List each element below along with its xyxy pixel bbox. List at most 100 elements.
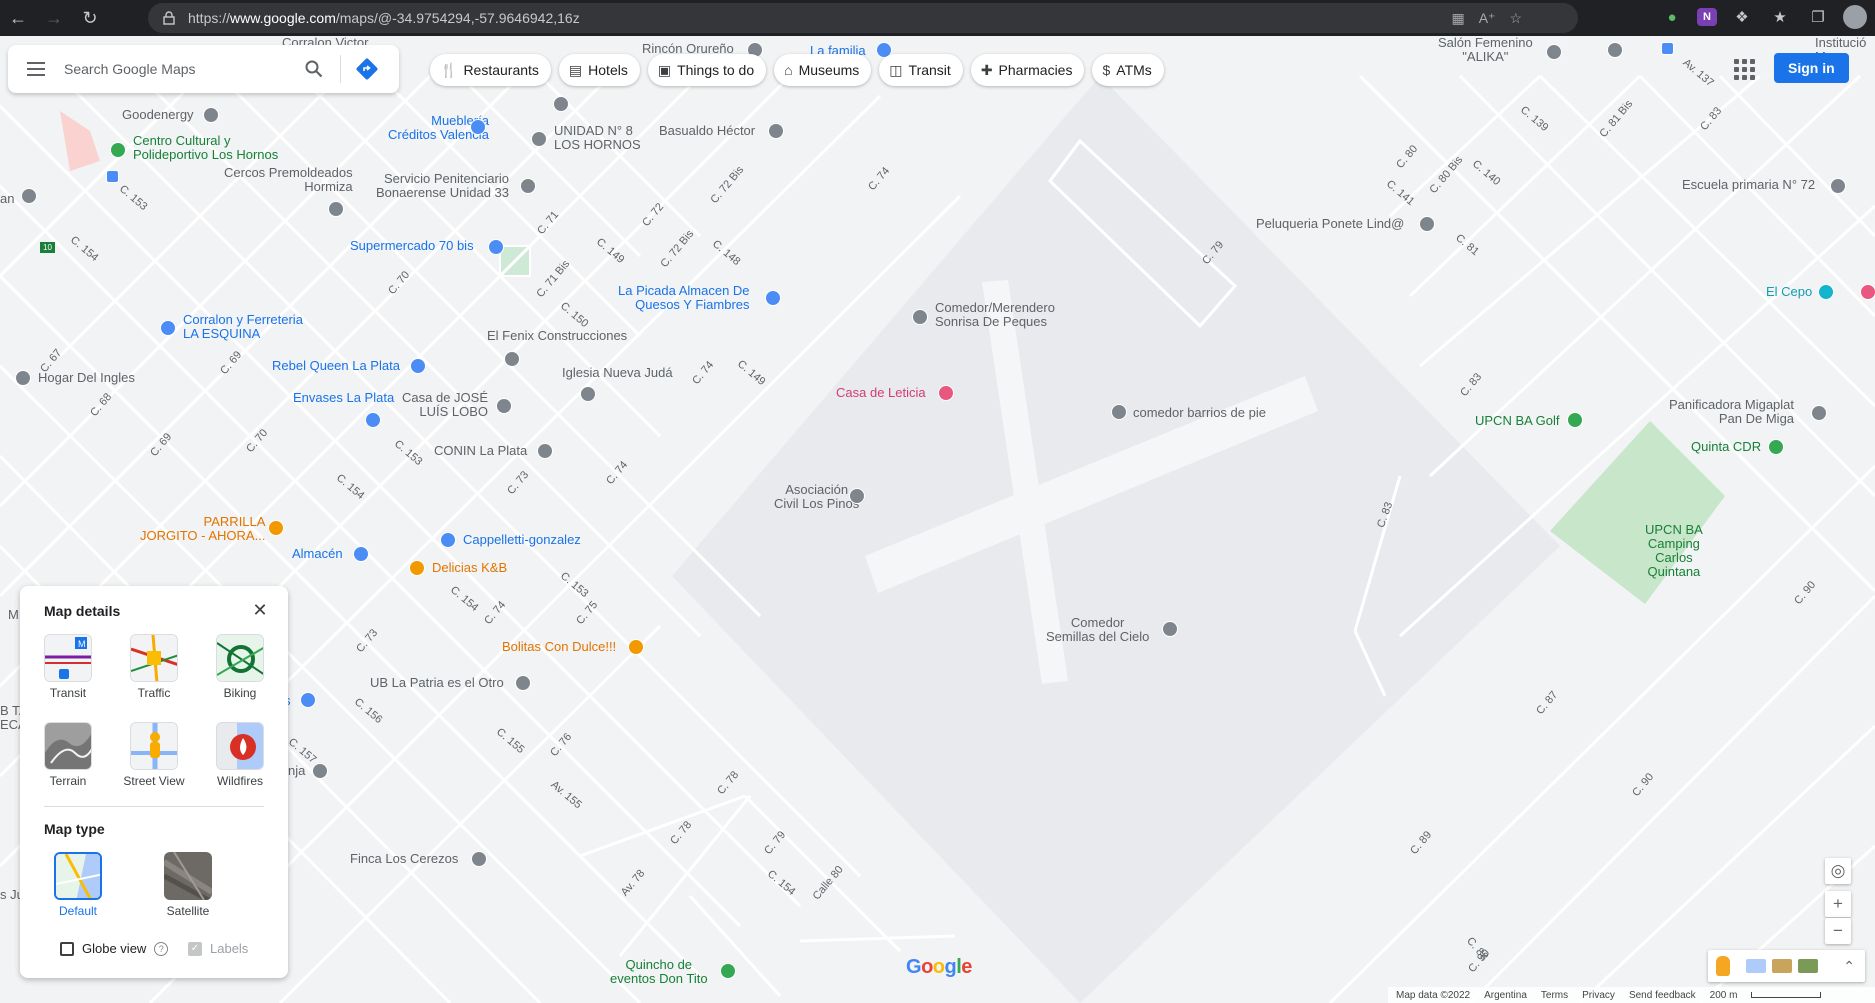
- forward-icon[interactable]: →: [36, 0, 72, 36]
- privacy-link[interactable]: Privacy: [1582, 990, 1615, 1001]
- place-label[interactable]: Rebel Queen La Plata: [272, 359, 400, 373]
- place-pin[interactable]: [515, 675, 531, 691]
- google-apps-icon[interactable]: [1731, 56, 1755, 80]
- recreation-pin[interactable]: [1768, 439, 1784, 455]
- place-pin[interactable]: [1162, 621, 1178, 637]
- extension-grammarly-icon[interactable]: ●: [1659, 4, 1685, 30]
- shopping-pin[interactable]: [300, 692, 316, 708]
- place-pin[interactable]: [768, 123, 784, 139]
- place-label[interactable]: Panificadora Migaplat Pan De Miga: [1669, 398, 1794, 426]
- place-label[interactable]: Envases La Plata: [293, 391, 394, 405]
- place-label[interactable]: Quinta CDR: [1691, 440, 1761, 454]
- chip-transit[interactable]: ◫ Transit: [879, 54, 963, 86]
- layer-terrain[interactable]: Terrain: [28, 722, 108, 788]
- place-label[interactable]: Quincho de eventos Don Tito: [610, 958, 708, 986]
- lodging-pin[interactable]: [938, 385, 954, 401]
- back-icon[interactable]: ←: [0, 0, 36, 36]
- bus-stop-icon[interactable]: [1661, 42, 1674, 55]
- globe-view-checkbox[interactable]: [60, 941, 74, 956]
- shopping-pin[interactable]: [353, 546, 369, 562]
- extensions-puzzle-icon[interactable]: ❖: [1729, 4, 1755, 30]
- place-label[interactable]: PARRILLA JORGITO - AHORA...: [140, 515, 265, 543]
- recreation-pin[interactable]: [110, 142, 126, 158]
- directions-icon[interactable]: [347, 45, 387, 93]
- globe-view-toggle[interactable]: Globe view ?: [60, 941, 169, 956]
- place-label[interactable]: Asociación Civil Los Pinos: [774, 483, 859, 511]
- government-pin[interactable]: [520, 178, 536, 194]
- place-label[interactable]: Corralon y Ferreteria LA ESQUINA: [183, 313, 303, 341]
- place-label[interactable]: Cappelletti-gonzalez: [463, 533, 581, 547]
- sign-in-button[interactable]: Sign in: [1774, 53, 1849, 83]
- read-aloud-icon[interactable]: A⁺: [1479, 10, 1496, 27]
- menu-icon[interactable]: [8, 45, 64, 93]
- address-bar[interactable]: https://www.google.com/maps/@-34.9754294…: [148, 3, 1578, 33]
- terms-link[interactable]: Terms: [1541, 990, 1568, 1001]
- chevron-up-icon[interactable]: ⌃: [1843, 958, 1855, 975]
- favorites-icon[interactable]: ★: [1767, 4, 1793, 30]
- shopping-pin[interactable]: [410, 358, 426, 374]
- labels-toggle[interactable]: ✓ Labels: [188, 941, 248, 956]
- layer-street-view[interactable]: Street View: [114, 722, 194, 788]
- place-label[interactable]: CONIN La Plata: [434, 444, 527, 458]
- place-pin[interactable]: [553, 96, 569, 112]
- map-type-satellite[interactable]: Satellite: [148, 852, 228, 918]
- place-pin[interactable]: [531, 131, 547, 147]
- labels-checkbox[interactable]: ✓: [188, 941, 202, 956]
- place-label[interactable]: El Cepo: [1766, 285, 1812, 299]
- place-label[interactable]: UPCN BA Golf: [1475, 414, 1560, 428]
- place-label[interactable]: Comedor Semillas del Cielo: [1046, 616, 1149, 644]
- layer-thumb-satellite[interactable]: [1798, 959, 1818, 973]
- map-type-default[interactable]: Default: [38, 852, 118, 918]
- place-label[interactable]: Cercos Premoldeados Hormiza: [224, 166, 353, 194]
- collections-icon[interactable]: ❐: [1805, 4, 1831, 30]
- chip-things-to-do[interactable]: ▣ Things to do: [647, 54, 767, 86]
- zoom-in-button[interactable]: +: [1825, 891, 1851, 917]
- send-feedback-link[interactable]: Send feedback: [1629, 990, 1696, 1001]
- shopping-pin[interactable]: [765, 290, 781, 306]
- bus-stop-icon[interactable]: [106, 170, 119, 183]
- place-label[interactable]: Comedor/Merendero Sonrisa De Peques: [935, 301, 1055, 329]
- shopping-pin[interactable]: [160, 320, 176, 336]
- place-label[interactable]: nja: [288, 764, 305, 778]
- place-pin[interactable]: [203, 107, 219, 123]
- place-pin[interactable]: [15, 370, 31, 386]
- shopping-pin[interactable]: [470, 119, 486, 135]
- place-label[interactable]: Centro Cultural y Polideportivo Los Horn…: [133, 134, 278, 162]
- lodging-pin[interactable]: [1860, 284, 1875, 300]
- zoom-out-button[interactable]: −: [1825, 918, 1851, 944]
- place-label[interactable]: UNIDAD N° 8 LOS HORNOS: [554, 124, 641, 152]
- place-pin[interactable]: [1811, 405, 1827, 421]
- place-label[interactable]: Basualdo Héctor: [659, 124, 755, 138]
- favorite-star-icon[interactable]: ☆: [1509, 10, 1522, 27]
- restaurant-pin[interactable]: [628, 639, 644, 655]
- place-label[interactable]: M: [8, 608, 19, 622]
- layer-biking[interactable]: Biking: [200, 634, 280, 700]
- place-label[interactable]: La Picada Almacen De Quesos Y Fiambres: [618, 284, 750, 312]
- place-pin[interactable]: [21, 188, 37, 204]
- extension-onenote-icon[interactable]: N: [1697, 8, 1717, 26]
- chip-atms[interactable]: $ ATMs: [1092, 54, 1164, 86]
- place-pin[interactable]: [1546, 44, 1562, 60]
- chip-pharmacies[interactable]: ✚ Pharmacies: [970, 54, 1085, 86]
- app-install-icon[interactable]: ▦: [1451, 10, 1464, 27]
- profile-avatar[interactable]: [1843, 5, 1867, 29]
- layer-wildfires[interactable]: Wildfires: [200, 722, 280, 788]
- shopping-pin[interactable]: [440, 532, 456, 548]
- layer-thumb-terrain[interactable]: [1772, 959, 1792, 973]
- chip-restaurants[interactable]: 🍴 Restaurants: [430, 54, 551, 86]
- layer-thumb-default[interactable]: [1746, 959, 1766, 973]
- pegman-icon[interactable]: [1716, 956, 1730, 976]
- church-pin[interactable]: [580, 386, 596, 402]
- layer-traffic[interactable]: Traffic: [114, 634, 194, 700]
- search-input[interactable]: [64, 61, 294, 77]
- shopping-pin[interactable]: [488, 239, 504, 255]
- country-link[interactable]: Argentina: [1484, 990, 1527, 1001]
- place-label[interactable]: UPCN BA Camping Carlos Quintana: [1645, 523, 1703, 579]
- place-label[interactable]: Hogar Del Ingles: [38, 371, 135, 385]
- place-label[interactable]: Finca Los Cerezos: [350, 852, 458, 866]
- school-pin[interactable]: [1830, 178, 1846, 194]
- shopping-pin[interactable]: [365, 412, 381, 428]
- place-label[interactable]: an: [0, 192, 14, 206]
- place-label[interactable]: El Fenix Construcciones: [487, 329, 627, 343]
- place-label[interactable]: Escuela primaria N° 72: [1682, 178, 1815, 192]
